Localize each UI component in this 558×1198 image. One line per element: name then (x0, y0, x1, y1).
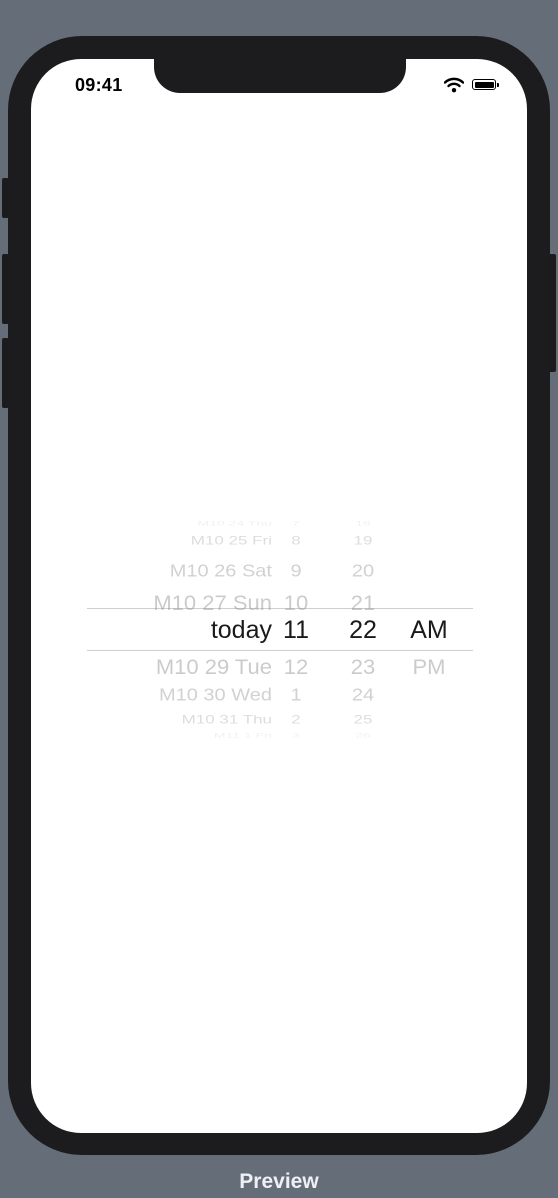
day-option[interactable]: M10 30 Wed (87, 683, 272, 708)
day-option-selected[interactable]: today (87, 613, 272, 648)
date-time-picker[interactable]: M10 24 Thu M10 25 Fri M10 26 Sat M10 27 Sun… (87, 519, 473, 739)
status-time: 09:41 (75, 75, 123, 95)
minute-option[interactable]: 18 (333, 519, 393, 528)
hour-option[interactable]: 2 (272, 712, 320, 729)
minute-option[interactable]: 26 (333, 731, 393, 740)
hour-option[interactable]: 12 (272, 651, 320, 681)
day-option[interactable]: M10 26 Sat (87, 559, 272, 584)
hour-option-selected[interactable]: 11 (272, 613, 320, 648)
device-frame: 09:41 M10 24 Thu M10 25 Fri M10 26 Sat M10 … (8, 36, 550, 1155)
hour-option[interactable]: 8 (272, 533, 320, 550)
period-option-selected[interactable]: AM (399, 613, 459, 648)
device-screen: 09:41 M10 24 Thu M10 25 Fri M10 26 Sat M10 … (31, 59, 527, 1133)
hour-option[interactable]: 7 (272, 519, 320, 528)
hour-option[interactable]: 1 (272, 683, 320, 708)
day-wheel[interactable]: M10 24 Thu M10 25 Fri M10 26 Sat M10 27 Sun… (87, 519, 272, 738)
minute-option[interactable]: 25 (333, 712, 393, 729)
period-option[interactable]: PM (399, 651, 459, 681)
day-option[interactable]: M10 24 Thu (87, 519, 272, 528)
day-option[interactable]: M10 31 Thu (87, 712, 272, 729)
period-wheel[interactable]: AM PM (399, 519, 459, 734)
day-option[interactable]: M11 1 Fri (87, 731, 272, 740)
minute-option[interactable]: 20 (333, 559, 393, 584)
minute-option[interactable]: 19 (333, 533, 393, 550)
notch (154, 59, 406, 93)
minute-wheel[interactable]: 18 19 20 21 22 23 24 25 26 (333, 519, 393, 738)
day-option[interactable]: M10 29 Tue (87, 651, 272, 681)
wifi-icon (444, 77, 464, 93)
day-option[interactable]: M10 25 Fri (87, 533, 272, 550)
hour-option[interactable]: 9 (272, 559, 320, 584)
minute-option-selected[interactable]: 22 (333, 613, 393, 648)
preview-caption: Preview (239, 1170, 319, 1193)
minute-option[interactable]: 23 (333, 651, 393, 681)
minute-option[interactable]: 24 (333, 683, 393, 708)
hour-wheel[interactable]: 7 8 9 10 11 12 1 2 3 (272, 519, 320, 738)
hour-option[interactable]: 3 (272, 731, 320, 740)
battery-icon (472, 79, 499, 90)
